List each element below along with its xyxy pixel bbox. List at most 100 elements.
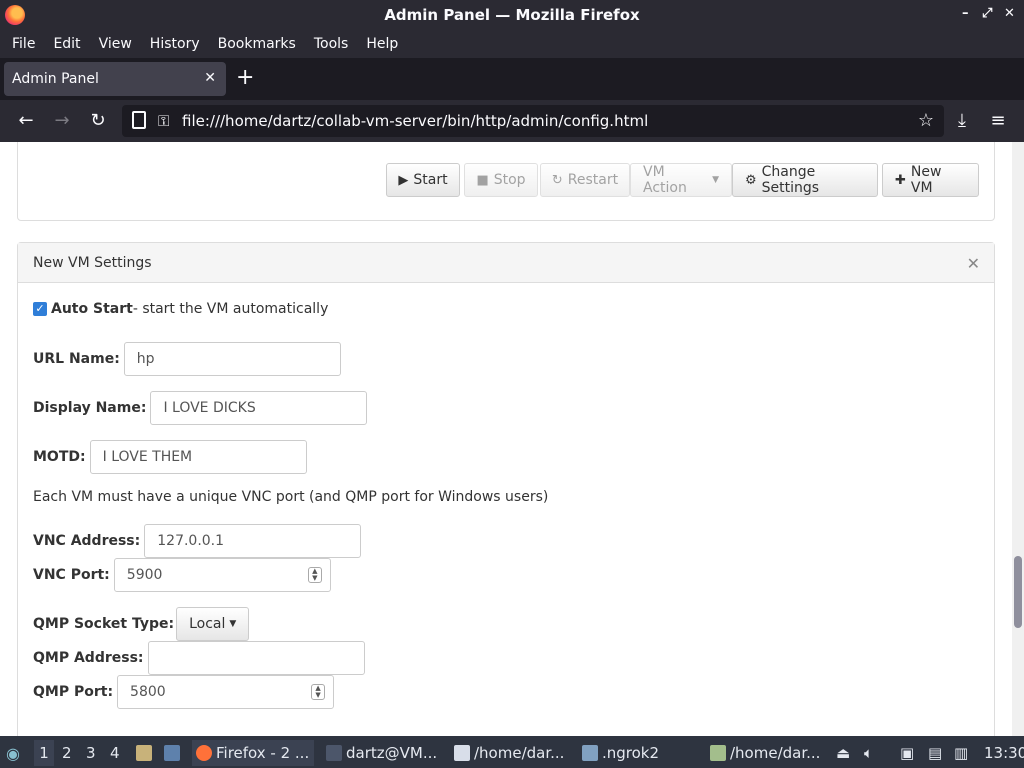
- qmp-address-row: QMP Address:: [33, 641, 365, 675]
- motd-input[interactable]: I LOVE THEM: [89, 440, 307, 474]
- workspace-4[interactable]: 4: [110, 740, 120, 766]
- auto-start-row: ✓ Auto Start - start the VM automaticall…: [33, 301, 328, 317]
- clock[interactable]: 13:30: [984, 740, 1024, 766]
- workspace-2[interactable]: 2: [62, 740, 72, 766]
- vm-controls-panel: ▶ Start ■ Stop ↻ Restart VM Action ▼ ⚙ C…: [17, 142, 995, 221]
- qmp-socket-label: QMP Socket Type:: [33, 616, 175, 632]
- caret-down-icon: ▼: [712, 175, 719, 185]
- update-notifier-icon[interactable]: ▥: [954, 740, 968, 766]
- file-manager-icon: [710, 745, 726, 761]
- menu-tools[interactable]: Tools: [306, 36, 357, 52]
- maximize-icon[interactable]: ⤢: [982, 6, 992, 21]
- play-icon: ▶: [398, 172, 409, 188]
- qmp-socket-row: QMP Socket Type: Local ▼: [33, 607, 250, 641]
- menu-help[interactable]: Help: [358, 36, 406, 52]
- vnc-address-input[interactable]: 127.0.0.1: [144, 524, 362, 558]
- taskbar-file-manager[interactable]: /home/dar...: [710, 740, 820, 766]
- vnc-port-row: VNC Port: 5900 ▲ ▼: [33, 558, 331, 592]
- gear-icon: ⚙: [745, 172, 757, 188]
- display-name-input[interactable]: I LOVE DICKS: [150, 391, 368, 425]
- url-text: file:///home/dartz/collab-vm-server/bin/…: [182, 112, 649, 130]
- terminal-icon: [326, 745, 342, 761]
- network-icon[interactable]: ▣: [900, 740, 914, 766]
- close-window-icon[interactable]: ✕: [1004, 6, 1015, 21]
- navigation-bar: ← → ↻ ⚿ file:///home/dartz/collab-vm-ser…: [0, 100, 1024, 142]
- tray-eject-icon[interactable]: ⏏: [836, 740, 850, 766]
- qmp-port-row: QMP Port: 5800 ▲ ▼: [33, 675, 335, 709]
- start-menu-icon[interactable]: ◉: [6, 740, 20, 766]
- vnc-note: Each VM must have a unique VNC port (and…: [33, 489, 549, 505]
- firefox-icon: [196, 745, 212, 761]
- page-content: ▶ Start ■ Stop ↻ Restart VM Action ▼ ⚙ C…: [0, 142, 1012, 736]
- download-icon[interactable]: ⤓: [950, 109, 974, 133]
- workspace-1[interactable]: 1: [34, 740, 54, 766]
- menu-view[interactable]: View: [91, 36, 140, 52]
- vnc-port-input[interactable]: 5900 ▲ ▼: [113, 558, 331, 592]
- firefox-logo-icon: [5, 5, 25, 25]
- qmp-address-input[interactable]: [147, 641, 365, 675]
- desktop-launcher-icon[interactable]: [164, 740, 184, 766]
- qmp-port-label: QMP Port:: [33, 684, 114, 700]
- restart-button[interactable]: ↻ Restart: [540, 163, 630, 197]
- taskbar: ◉ 1 2 3 4 Firefox - 2 ... dartz@VM... /h…: [0, 736, 1024, 768]
- qmp-socket-dropdown[interactable]: Local ▼: [176, 607, 250, 641]
- taskbar-terminal[interactable]: dartz@VM...: [326, 740, 437, 766]
- file-manager-launcher-icon[interactable]: [136, 740, 156, 766]
- qmp-port-input[interactable]: 5800 ▲ ▼: [117, 675, 335, 709]
- refresh-icon: ↻: [551, 172, 563, 188]
- window-titlebar: Admin Panel — Mozilla Firefox – ⤢ ✕: [0, 0, 1024, 30]
- menu-file[interactable]: File: [4, 36, 43, 52]
- vm-action-dropdown[interactable]: VM Action ▼: [630, 163, 732, 197]
- change-settings-button[interactable]: ⚙ Change Settings: [732, 163, 878, 197]
- menu-history[interactable]: History: [142, 36, 208, 52]
- auto-start-label: Auto Start: [51, 301, 133, 317]
- new-vm-settings-panel: New VM Settings ✕ ✓ Auto Start - start t…: [17, 242, 995, 736]
- key-icon[interactable]: ⚿: [158, 112, 169, 130]
- page-scrollbar[interactable]: [1012, 142, 1024, 736]
- taskbar-firefox[interactable]: Firefox - 2 ...: [192, 740, 314, 766]
- qmp-address-label: QMP Address:: [33, 650, 144, 666]
- start-button[interactable]: ▶ Start: [386, 163, 460, 197]
- stop-icon: ■: [476, 172, 489, 188]
- caret-down-icon: ▼: [229, 619, 237, 629]
- menu-edit[interactable]: Edit: [45, 36, 88, 52]
- close-panel-icon[interactable]: ✕: [967, 254, 980, 273]
- tab-strip: Admin Panel ✕ +: [0, 58, 1024, 100]
- url-bar[interactable]: ⚿ file:///home/dartz/collab-vm-server/bi…: [122, 105, 944, 137]
- page-icon: [132, 111, 146, 129]
- vnc-port-label: VNC Port:: [33, 567, 110, 583]
- scrollbar-thumb[interactable]: [1014, 556, 1022, 628]
- plus-icon: ✚: [895, 172, 906, 188]
- tab-close-icon[interactable]: ✕: [204, 70, 216, 86]
- url-name-row: URL Name: hp: [33, 342, 341, 376]
- vnc-address-label: VNC Address:: [33, 533, 141, 549]
- menu-bookmarks[interactable]: Bookmarks: [210, 36, 304, 52]
- auto-start-description: - start the VM automatically: [132, 301, 329, 317]
- hamburger-menu-icon[interactable]: ≡: [986, 109, 1010, 133]
- forward-icon[interactable]: →: [50, 109, 74, 133]
- motd-label: MOTD:: [33, 449, 86, 465]
- minimize-icon[interactable]: –: [962, 6, 969, 21]
- auto-start-checkbox[interactable]: ✓: [33, 302, 47, 316]
- reload-icon[interactable]: ↻: [86, 109, 110, 133]
- stop-button[interactable]: ■ Stop: [464, 163, 538, 197]
- taskbar-text-editor[interactable]: /home/dar...: [454, 740, 564, 766]
- tab-admin-panel[interactable]: Admin Panel ✕: [4, 62, 226, 96]
- workspace-3[interactable]: 3: [86, 740, 96, 766]
- volume-icon[interactable]: 🔈︎: [864, 740, 873, 766]
- bookmark-star-icon[interactable]: ☆: [918, 110, 934, 131]
- new-vm-button[interactable]: ✚ New VM: [882, 163, 979, 197]
- display-name-label: Display Name:: [33, 400, 147, 416]
- panel-heading: New VM Settings ✕: [18, 243, 994, 283]
- number-spinner-icon[interactable]: ▲ ▼: [307, 567, 322, 583]
- number-spinner-icon[interactable]: ▲ ▼: [311, 684, 326, 700]
- window-title: Admin Panel — Mozilla Firefox: [384, 6, 640, 24]
- new-tab-icon[interactable]: +: [236, 66, 254, 90]
- taskbar-folder[interactable]: .ngrok2: [582, 740, 659, 766]
- url-name-label: URL Name:: [33, 351, 120, 367]
- back-icon[interactable]: ←: [14, 109, 38, 133]
- folder-icon: [582, 745, 598, 761]
- clipboard-icon[interactable]: ▤: [928, 740, 942, 766]
- url-name-input[interactable]: hp: [123, 342, 341, 376]
- display-name-row: Display Name: I LOVE DICKS: [33, 391, 368, 425]
